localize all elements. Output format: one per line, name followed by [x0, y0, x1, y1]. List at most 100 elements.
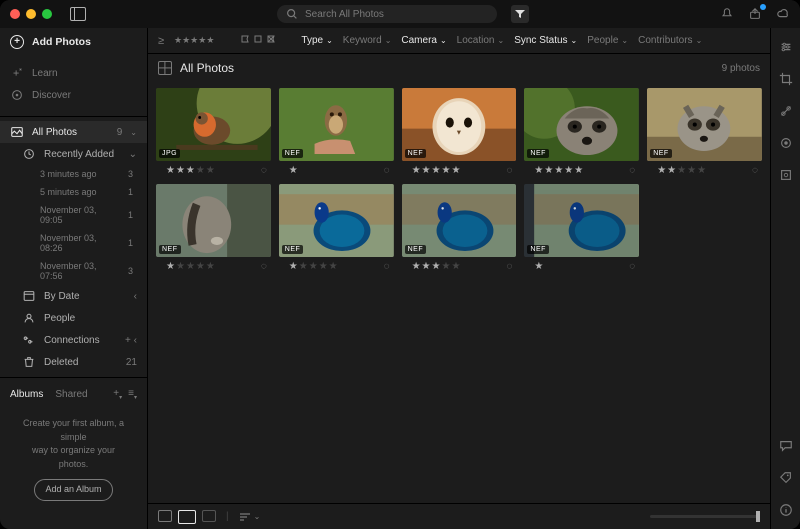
recently-added-item[interactable]: November 03, 09:051 — [0, 201, 147, 229]
recent-item-count: 1 — [128, 187, 133, 197]
photo-meta: ★★★★★ ◌ — [402, 261, 517, 272]
photo-card[interactable]: NEF ★ ◌ — [279, 88, 394, 176]
sync-status-icon: ◌ — [506, 165, 512, 176]
sidebar-by-date[interactable]: By Date ‹ — [0, 285, 147, 307]
photo-thumbnail[interactable]: NEF — [279, 184, 394, 257]
sort-albums-icon[interactable]: ≡▾ — [128, 388, 137, 401]
view-square-grid-button[interactable] — [178, 510, 196, 524]
photo-card[interactable]: NEF ★★★★★ ◌ — [524, 88, 639, 176]
sidebar-discover[interactable]: Discover — [0, 84, 147, 106]
presets-icon[interactable] — [779, 168, 793, 182]
sidebar-recently-added[interactable]: Recently Added ⌄ — [0, 143, 147, 165]
search-input[interactable]: Search All Photos — [277, 5, 497, 23]
comments-icon[interactable] — [779, 439, 793, 453]
photo-thumbnail[interactable]: NEF — [524, 184, 639, 257]
sort-button[interactable]: ⌄ — [239, 512, 261, 522]
window-controls — [10, 9, 52, 19]
adjust-icon[interactable] — [779, 40, 793, 54]
recent-item-count: 1 — [128, 238, 133, 248]
view-photo-grid-button[interactable] — [158, 510, 172, 522]
recently-added-item[interactable]: 3 minutes ago3 — [0, 165, 147, 183]
share-button[interactable] — [748, 7, 762, 21]
photo-thumbnail[interactable]: NEF — [402, 184, 517, 257]
photo-thumbnail[interactable]: NEF — [279, 88, 394, 161]
photo-card[interactable]: NEF ★ ◌ — [524, 184, 639, 272]
sidebar-connections[interactable]: Connections + ‹ — [0, 329, 147, 351]
chevron-left-icon: ‹ — [134, 291, 137, 302]
photo-meta: ★★★★★ ◌ — [156, 261, 271, 272]
photo-card[interactable]: JPG ★★★★★ ◌ — [156, 88, 271, 176]
cloud-icon[interactable] — [776, 7, 790, 21]
rating-filter-stars[interactable]: ★★★★★ — [174, 35, 214, 46]
photo-card[interactable]: NEF ★★★★★ ◌ — [279, 184, 394, 272]
flag-unflagged-icon[interactable] — [253, 35, 264, 46]
filter-keyword[interactable]: Keyword⌄ — [343, 35, 392, 46]
masking-icon[interactable] — [779, 136, 793, 150]
sidebar-all-photos[interactable]: All Photos 9 ⌄ — [0, 121, 147, 143]
recent-item-count: 3 — [128, 169, 133, 179]
filter-people[interactable]: People⌄ — [587, 35, 628, 46]
photo-thumbnail[interactable]: JPG — [156, 88, 271, 161]
maximize-button[interactable] — [42, 9, 52, 19]
minimize-button[interactable] — [26, 9, 36, 19]
photo-card[interactable]: NEF ★★★★★ ◌ — [647, 88, 762, 176]
search-filter-button[interactable] — [511, 5, 529, 23]
recent-item-count: 3 — [128, 266, 133, 276]
rating-stars[interactable]: ★★★★★ — [412, 261, 462, 272]
deleted-count: 21 — [126, 357, 137, 368]
sidebar: + Add Photos Learn Discover All Photos 9… — [0, 28, 148, 529]
healing-icon[interactable] — [779, 104, 793, 118]
add-album-button[interactable]: Add an Album — [34, 479, 112, 501]
grid-icon — [158, 61, 172, 75]
albums-tab[interactable]: Albums — [10, 389, 43, 400]
sidebar-people[interactable]: People — [0, 307, 147, 329]
albums-header: Albums Shared +▾ ≡▾ — [0, 382, 147, 407]
recently-added-item[interactable]: November 03, 07:563 — [0, 257, 147, 285]
learn-label: Learn — [32, 68, 58, 79]
rating-stars[interactable]: ★★★★★ — [534, 165, 584, 176]
rating-stars[interactable]: ★ — [534, 261, 544, 272]
photo-card[interactable]: NEF ★★★★★ ◌ — [402, 88, 517, 176]
photo-card[interactable]: NEF ★★★★★ ◌ — [156, 184, 271, 272]
view-compare-button[interactable] — [202, 510, 216, 522]
photo-thumbnail[interactable]: NEF — [647, 88, 762, 161]
rating-stars[interactable]: ★★★★★ — [412, 165, 462, 176]
info-icon[interactable] — [779, 503, 793, 517]
filter-contributors[interactable]: Contributors⌄ — [638, 35, 702, 46]
recently-added-item[interactable]: November 03, 08:261 — [0, 229, 147, 257]
close-button[interactable] — [10, 9, 20, 19]
photo-thumbnail[interactable]: NEF — [156, 184, 271, 257]
thumbnail-size-slider[interactable] — [650, 515, 760, 518]
format-badge: NEF — [282, 245, 304, 254]
photo-thumbnail[interactable]: NEF — [402, 88, 517, 161]
crop-icon[interactable] — [779, 72, 793, 86]
home-icon[interactable] — [70, 7, 86, 21]
sidebar-learn[interactable]: Learn — [0, 62, 147, 84]
rating-stars[interactable]: ★★★★★ — [166, 261, 216, 272]
filter-type[interactable]: Type⌄ — [301, 35, 332, 46]
rating-stars[interactable]: ★ — [289, 165, 299, 176]
rating-stars[interactable]: ★★★★★ — [289, 261, 339, 272]
format-badge: NEF — [527, 245, 549, 254]
add-album-icon[interactable]: +▾ — [113, 388, 122, 401]
rating-stars[interactable]: ★★★★★ — [657, 165, 707, 176]
recently-added-item[interactable]: 5 minutes ago1 — [0, 183, 147, 201]
photo-card[interactable]: NEF ★★★★★ ◌ — [402, 184, 517, 272]
photo-count: 9 photos — [722, 63, 760, 74]
filter-camera[interactable]: Camera⌄ — [401, 35, 446, 46]
rating-filter-none[interactable]: ≥ — [158, 35, 164, 47]
filter-sync-status[interactable]: Sync Status⌄ — [514, 35, 577, 46]
shared-tab[interactable]: Shared — [55, 389, 87, 400]
flag-reject-icon[interactable] — [266, 35, 277, 46]
keywords-icon[interactable] — [779, 471, 793, 485]
flag-pick-icon[interactable] — [240, 35, 251, 46]
sidebar-deleted[interactable]: Deleted 21 — [0, 351, 147, 373]
filter-location[interactable]: Location⌄ — [457, 35, 505, 46]
photo-meta: ★★★★★ ◌ — [647, 165, 762, 176]
add-photos-button[interactable]: + Add Photos — [0, 28, 147, 56]
bell-icon[interactable] — [720, 7, 734, 21]
rating-stars[interactable]: ★★★★★ — [166, 165, 216, 176]
clock-icon — [22, 147, 36, 161]
photo-thumbnail[interactable]: NEF — [524, 88, 639, 161]
right-rail — [770, 28, 800, 529]
